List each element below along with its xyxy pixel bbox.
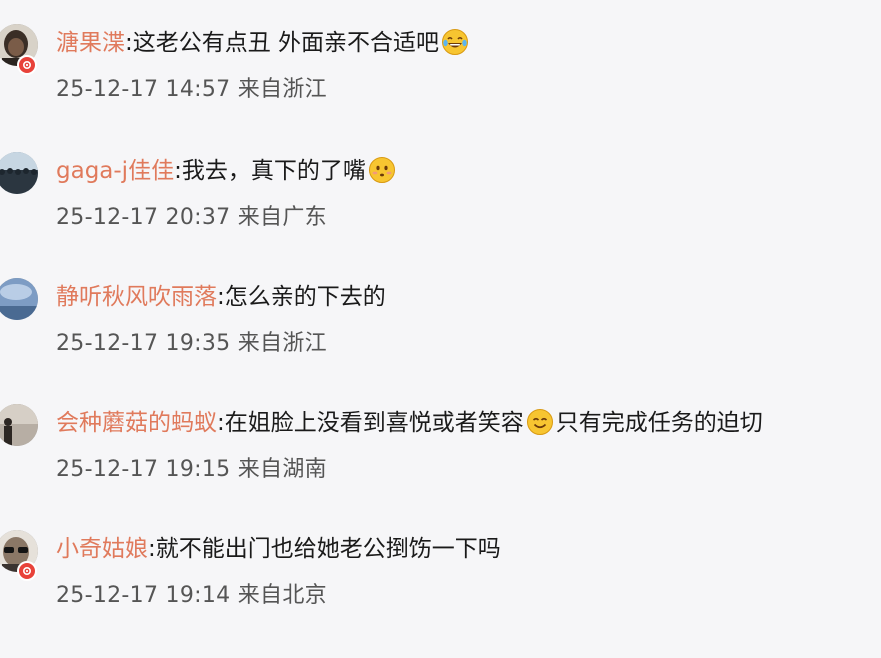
- comment-item: 溏果渫:这老公有点丑 外面亲不合适吧 25-12-17 14:57 来自浙江: [0, 24, 881, 134]
- comment-item: 会种蘑菇的蚂蚁:在姐脸上没看到喜悦或者笑容 只有完成任务的迫切 25-12-17…: [0, 404, 881, 514]
- comment-text-continued: 只有完成任务的迫切: [555, 410, 763, 436]
- comment-body: 静听秋风吹雨落:怎么亲的下去的: [56, 280, 386, 314]
- comment-colon: :: [125, 30, 133, 56]
- comment-text: 就不能出门也给她老公捯饬一下吗: [155, 536, 501, 562]
- avatar[interactable]: [0, 404, 38, 446]
- comment-body: 小奇姑娘:就不能出门也给她老公捯饬一下吗: [56, 532, 501, 566]
- comment-meta: 25-12-17 19:15 来自湖南: [56, 457, 327, 482]
- comment-meta: 25-12-17 19:14 来自北京: [56, 583, 327, 608]
- shy-smile-emoji-icon: [368, 156, 396, 184]
- crowd-sky-avatar-icon: [0, 152, 38, 194]
- comment-text: 这老公有点丑 外面亲不合适吧: [132, 30, 440, 56]
- blue-sky-avatar-icon: [0, 278, 38, 320]
- comment-username[interactable]: 溏果渫: [56, 30, 125, 56]
- comment-username[interactable]: 会种蘑菇的蚂蚁: [56, 410, 217, 436]
- comment-colon: :: [148, 536, 156, 562]
- comment-colon: :: [217, 284, 225, 310]
- comment-text: 我去，真下的了嘴: [181, 158, 366, 184]
- comment-body: 溏果渫:这老公有点丑 外面亲不合适吧: [56, 26, 471, 60]
- comment-meta: 25-12-17 14:57 来自浙江: [56, 77, 327, 102]
- silhouette-avatar-icon: [0, 404, 38, 446]
- comment-item: 静听秋风吹雨落:怎么亲的下去的 25-12-17 19:35 来自浙江: [0, 278, 881, 388]
- verified-badge-icon: [17, 55, 37, 75]
- comment-text: 在姐脸上没看到喜悦或者笑容: [224, 410, 524, 436]
- comment-username[interactable]: 小奇姑娘: [56, 536, 148, 562]
- comment-colon: :: [217, 410, 225, 436]
- comment-item: 小奇姑娘:就不能出门也给她老公捯饬一下吗 25-12-17 19:14 来自北京: [0, 530, 881, 640]
- comment-meta: 25-12-17 19:35 来自浙江: [56, 331, 327, 356]
- comment-username[interactable]: 静听秋风吹雨落: [56, 284, 217, 310]
- avatar[interactable]: [0, 152, 38, 194]
- laughing-tears-emoji-icon: [441, 28, 469, 56]
- smile-emoji-icon: [526, 408, 554, 436]
- comment-body: 会种蘑菇的蚂蚁:在姐脸上没看到喜悦或者笑容 只有完成任务的迫切: [56, 406, 763, 440]
- verified-badge-icon: [17, 561, 37, 581]
- avatar[interactable]: [0, 278, 38, 320]
- comment-list: 溏果渫:这老公有点丑 外面亲不合适吧 25-12-17 14:57 来自浙江 g…: [0, 0, 881, 658]
- comment-item: gaga-j佳佳:我去，真下的了嘴 25-12-17 20:37 来自广东: [0, 152, 881, 262]
- comment-body: gaga-j佳佳:我去，真下的了嘴: [56, 154, 398, 188]
- comment-colon: :: [174, 158, 182, 184]
- comment-text: 怎么亲的下去的: [224, 284, 386, 310]
- comment-meta: 25-12-17 20:37 来自广东: [56, 205, 327, 230]
- comment-username[interactable]: gaga-j佳佳: [56, 158, 174, 184]
